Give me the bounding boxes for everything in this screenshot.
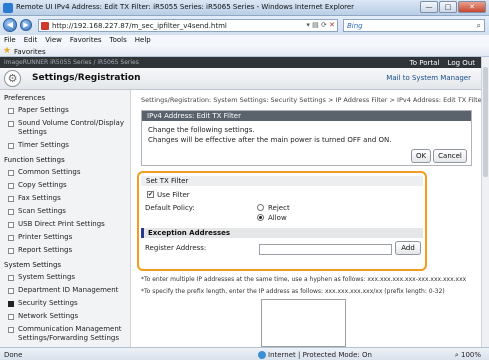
window-titlebar: Remote UI IPv4 Address: Edit TX Filter: … — [0, 0, 489, 16]
menu-bar: File Edit View Favorites Tools Help — [0, 35, 489, 46]
search-provider: Bing — [347, 22, 363, 30]
register-address-input[interactable] — [259, 244, 392, 255]
sidebar-item-system-settings[interactable]: System Settings — [0, 271, 130, 284]
favorites-star-icon[interactable]: ★ — [3, 46, 11, 56]
page-title: Settings/Registration — [32, 73, 141, 83]
sidebar-item-printer-settings[interactable]: Printer Settings — [0, 231, 130, 244]
exception-addresses-heading: Exception Addresses — [141, 228, 423, 238]
prefix-length-note: *To specify the prefix length, enter the… — [141, 288, 445, 295]
allow-radio[interactable] — [257, 214, 264, 221]
status-bar: Done Internet | Protected Mode: On ⌕ 100… — [0, 347, 489, 360]
maximize-button[interactable]: □ — [439, 1, 457, 13]
minimize-button[interactable]: — — [420, 1, 438, 13]
sidebar-item-paper-settings[interactable]: Paper Settings — [0, 104, 130, 117]
default-policy-label: Default Policy: — [145, 204, 195, 212]
ok-button[interactable]: OK — [411, 149, 431, 163]
sidebar-item-common-settings[interactable]: Common Settings — [0, 166, 130, 179]
menu-view[interactable]: View — [41, 35, 66, 45]
sidebar-item-department-id[interactable]: Department ID Management — [0, 284, 130, 297]
reject-radio[interactable] — [257, 204, 264, 211]
mail-to-system-manager-link[interactable]: Mail to System Manager — [386, 74, 471, 82]
globe-icon — [258, 351, 266, 359]
sidebar-section-preferences[interactable]: Preferences — [0, 90, 130, 104]
allow-label[interactable]: Allow — [268, 214, 287, 222]
panel-title: IPv4 Address: Edit TX Filter — [142, 111, 471, 121]
ie-icon — [3, 3, 13, 13]
multiple-address-note: *To enter multiple IP addresses at the s… — [141, 276, 467, 283]
compat-icon[interactable]: ▤ — [312, 21, 319, 29]
close-button[interactable]: ✕ — [458, 1, 486, 13]
panel-instructions: Change the following settings. Changes w… — [142, 121, 471, 145]
menu-file[interactable]: File — [0, 35, 20, 45]
use-filter-label[interactable]: Use Filter — [157, 191, 190, 199]
security-zone: Internet | Protected Mode: On — [258, 351, 372, 359]
cancel-button[interactable]: Cancel — [433, 149, 467, 163]
scrollbar-thumb[interactable] — [483, 67, 488, 177]
back-icon[interactable]: ◀ — [3, 18, 17, 32]
search-box[interactable]: Bing ⌕ — [343, 19, 485, 32]
sidebar-item-scan-settings[interactable]: Scan Settings — [0, 205, 130, 218]
sidebar-item-fax-settings[interactable]: Fax Settings — [0, 192, 130, 205]
favorites-button[interactable]: Favorites — [14, 48, 46, 56]
sidebar-item-communication-management[interactable]: Communication Management Settings/Forwar… — [0, 323, 130, 345]
sidebar-item-report-settings[interactable]: Report Settings — [0, 244, 130, 257]
address-bar[interactable]: http://192.168.227.87/m_sec_ipfilter_v4s… — [38, 19, 338, 32]
address-url[interactable]: http://192.168.227.87/m_sec_ipfilter_v4s… — [52, 22, 227, 30]
registered-addresses-list[interactable] — [261, 299, 346, 347]
sidebar-item-usb-direct-print[interactable]: USB Direct Print Settings — [0, 218, 130, 231]
forward-icon[interactable]: ▶ — [20, 19, 32, 31]
tx-filter-settings-box: Set TX Filter ✔ Use Filter Default Polic… — [137, 171, 427, 271]
device-name: imageRUNNER iR5055 Series / iR5065 Serie… — [4, 59, 139, 66]
window-controls: — □ ✕ — [420, 1, 486, 13]
instruction-line-2: Changes will be effective after the main… — [148, 136, 392, 144]
reject-label[interactable]: Reject — [268, 204, 290, 212]
menu-edit[interactable]: Edit — [20, 35, 42, 45]
menu-help[interactable]: Help — [131, 35, 155, 45]
log-out-link[interactable]: Log Out — [448, 59, 475, 67]
sidebar-item-copy-settings[interactable]: Copy Settings — [0, 179, 130, 192]
zone-label: Internet | Protected Mode: On — [268, 351, 372, 359]
sidebar: Preferences Paper Settings Sound Volume … — [0, 90, 131, 347]
menu-favorites[interactable]: Favorites — [66, 35, 106, 45]
sidebar-section-system-settings[interactable]: System Settings — [0, 257, 130, 271]
sidebar-item-timer-settings[interactable]: Timer Settings — [0, 139, 130, 152]
edit-filter-panel: IPv4 Address: Edit TX Filter Change the … — [141, 110, 472, 166]
favorites-bar: ★ Favorites — [0, 46, 489, 57]
refresh-icon[interactable]: ⟳ — [321, 21, 327, 29]
window-title: Remote UI IPv4 Address: Edit TX Filter: … — [16, 3, 355, 11]
vertical-scrollbar[interactable] — [481, 57, 489, 347]
zoom-control[interactable]: ⌕ 100% — [455, 351, 481, 360]
page-icon — [41, 22, 49, 30]
set-tx-filter-heading: Set TX Filter — [141, 176, 423, 186]
use-filter-checkbox[interactable]: ✔ — [147, 191, 154, 198]
menu-tools[interactable]: Tools — [106, 35, 131, 45]
to-portal-link[interactable]: To Portal — [410, 59, 440, 67]
address-tools: ▾ ▤ ⟳ ✕ — [306, 21, 335, 29]
breadcrumb: Settings/Registration: System Settings: … — [141, 96, 481, 104]
status-text: Done — [4, 351, 23, 359]
search-icon[interactable]: ⌕ — [477, 21, 481, 31]
main-area: Settings/Registration: System Settings: … — [137, 90, 481, 347]
stop-icon[interactable]: ✕ — [329, 21, 335, 29]
page-content: imageRUNNER iR5055 Series / iR5065 Serie… — [0, 57, 481, 347]
sidebar-section-function-settings[interactable]: Function Settings — [0, 152, 130, 166]
gear-icon: ⚙ — [4, 70, 21, 87]
zoom-level[interactable]: 100% — [461, 351, 481, 359]
sidebar-item-network-settings[interactable]: Network Settings — [0, 310, 130, 323]
add-button[interactable]: Add — [395, 241, 421, 255]
page-header: ⚙ Settings/Registration Mail to System M… — [0, 68, 481, 90]
instruction-line-1: Change the following settings. — [148, 126, 255, 134]
navigation-bar: ◀ ▶ http://192.168.227.87/m_sec_ipfilter… — [0, 16, 489, 35]
top-links: To Portal Log Out — [404, 59, 475, 67]
sidebar-item-sound-volume[interactable]: Sound Volume Control/Display Settings — [0, 117, 130, 139]
register-address-label: Register Address: — [145, 244, 207, 252]
dropdown-icon[interactable]: ▾ — [306, 21, 310, 29]
device-bar: imageRUNNER iR5055 Series / iR5065 Serie… — [0, 57, 481, 68]
sidebar-item-security-settings[interactable]: Security Settings — [0, 297, 130, 310]
